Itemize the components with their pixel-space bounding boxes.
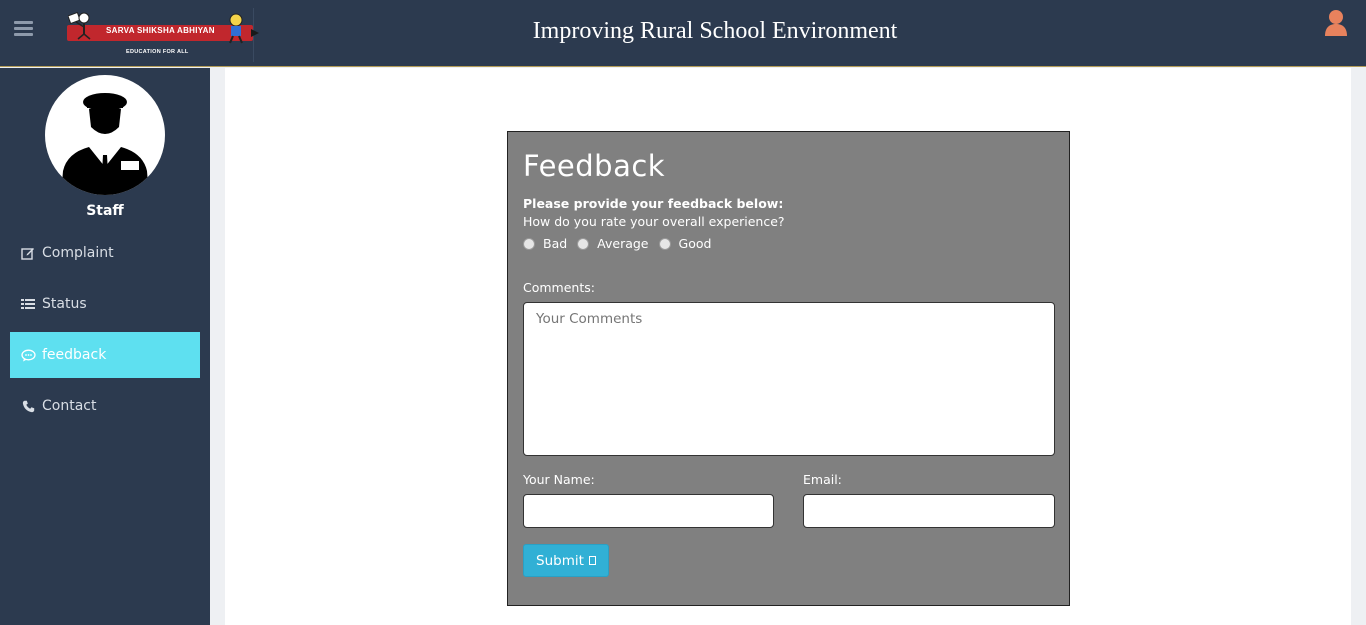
comments-textarea[interactable]	[523, 302, 1055, 456]
rating-label: Good	[678, 236, 712, 251]
staff-avatar-icon	[61, 93, 149, 195]
submit-button[interactable]: Submit	[523, 544, 609, 577]
rating-label: Average	[597, 236, 649, 251]
avatar	[45, 75, 165, 195]
list-icon	[20, 297, 36, 311]
rating-option-good[interactable]: Good	[658, 236, 712, 251]
sidebar: Staff Complaint Status feedback Contact	[0, 68, 210, 625]
name-label: Your Name:	[523, 472, 595, 487]
edit-icon	[20, 246, 36, 260]
form-intro: Please provide your feedback below:	[523, 196, 784, 211]
feedback-form: Feedback Please provide your feedback be…	[507, 131, 1070, 606]
user-role: Staff	[86, 203, 124, 219]
email-input[interactable]	[803, 494, 1055, 528]
comments-label: Comments:	[523, 280, 595, 295]
sidebar-item-status[interactable]: Status	[10, 281, 200, 327]
submit-label: Submit	[536, 552, 584, 569]
rating-option-average[interactable]: Average	[577, 236, 649, 251]
user-icon[interactable]	[1323, 9, 1349, 37]
rating-question: How do you rate your overall experience?	[523, 214, 785, 229]
sidebar-item-contact[interactable]: Contact	[10, 383, 200, 429]
sidebar-item-label: Contact	[42, 398, 97, 414]
radio-average[interactable]	[577, 237, 590, 250]
sidebar-item-complaint[interactable]: Complaint	[10, 230, 200, 276]
rating-label: Bad	[543, 236, 568, 251]
send-icon	[588, 556, 596, 565]
rating-option-bad[interactable]: Bad	[523, 236, 567, 251]
logo-subtitle: EDUCATION FOR ALL	[126, 49, 189, 55]
radio-good[interactable]	[658, 237, 671, 250]
sidebar-item-feedback[interactable]: feedback	[10, 332, 200, 378]
sidebar-item-label: Complaint	[42, 245, 114, 261]
comment-icon	[20, 348, 36, 362]
sidebar-item-label: feedback	[42, 347, 107, 363]
rating-group: Bad Average Good	[523, 236, 721, 251]
top-header: SARVA SHIKSHA ABHIYAN EDUCATION FOR ALL …	[0, 0, 1366, 67]
sidebar-item-label: Status	[42, 296, 87, 312]
email-label: Email:	[803, 472, 842, 487]
form-title: Feedback	[523, 149, 666, 183]
radio-bad[interactable]	[523, 237, 535, 250]
page-title: Improving Rural School Environment	[532, 18, 898, 44]
name-input[interactable]	[523, 494, 774, 528]
phone-icon	[20, 399, 36, 413]
